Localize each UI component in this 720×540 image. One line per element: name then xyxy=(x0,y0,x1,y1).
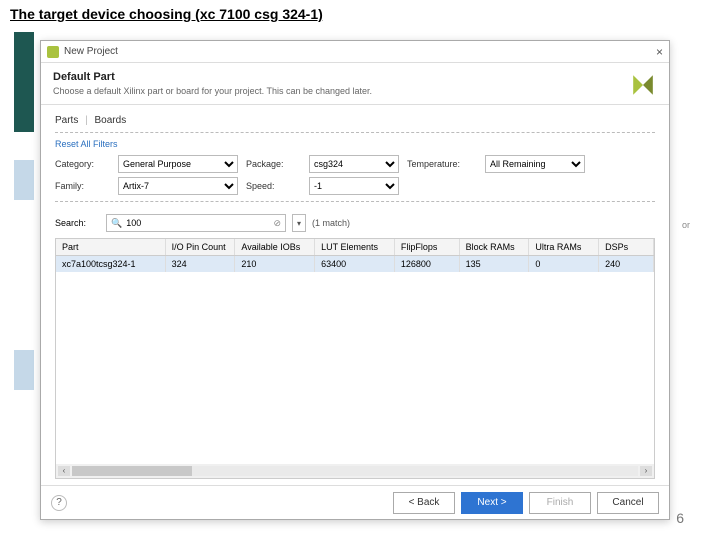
cell-iobs: 210 xyxy=(235,256,315,272)
search-row: Search: 🔍 ⊘ ▾ (1 match) xyxy=(55,214,655,232)
search-dropdown-icon[interactable]: ▾ xyxy=(292,214,306,232)
match-count: (1 match) xyxy=(312,218,350,228)
bg-decoration xyxy=(14,32,34,132)
family-label: Family: xyxy=(55,181,110,191)
new-project-dialog: New Project × Default Part Choose a defa… xyxy=(40,40,670,520)
page-number: 6 xyxy=(676,510,684,526)
clear-search-icon[interactable]: ⊘ xyxy=(273,218,281,229)
header-title: Default Part xyxy=(53,71,657,83)
cell-io-pin: 324 xyxy=(166,256,236,272)
cell-ultraram: 0 xyxy=(529,256,599,272)
cell-blockram: 135 xyxy=(460,256,530,272)
table-empty-area xyxy=(56,272,654,464)
page-heading: The target device choosing (xc 7100 csg … xyxy=(0,0,720,28)
divider xyxy=(55,132,655,133)
xilinx-logo-icon xyxy=(629,71,657,99)
cell-lut: 63400 xyxy=(315,256,395,272)
search-label: Search: xyxy=(55,218,100,228)
package-label: Package: xyxy=(246,159,301,169)
back-button[interactable]: < Back xyxy=(393,492,455,514)
col-io-pin[interactable]: I/O Pin Count xyxy=(166,239,236,255)
search-input[interactable] xyxy=(126,218,273,228)
dialog-header: Default Part Choose a default Xilinx par… xyxy=(41,63,669,105)
tab-parts[interactable]: Parts xyxy=(55,115,78,126)
header-subtitle: Choose a default Xilinx part or board fo… xyxy=(53,86,657,96)
col-blockram[interactable]: Block RAMs xyxy=(460,239,530,255)
help-icon[interactable]: ? xyxy=(51,495,67,511)
parts-table: Part I/O Pin Count Available IOBs LUT El… xyxy=(55,238,655,479)
tabs: Parts | Boards xyxy=(55,111,655,130)
close-icon[interactable]: × xyxy=(656,45,663,59)
speed-label: Speed: xyxy=(246,181,301,191)
col-flipflops[interactable]: FlipFlops xyxy=(395,239,460,255)
table-header: Part I/O Pin Count Available IOBs LUT El… xyxy=(56,239,654,256)
divider xyxy=(55,201,655,202)
dialog-body: Parts | Boards Reset All Filters Categor… xyxy=(41,105,669,485)
filter-grid: Category: General Purpose Package: csg32… xyxy=(55,155,655,195)
scroll-thumb[interactable] xyxy=(72,466,192,476)
col-iobs[interactable]: Available IOBs xyxy=(235,239,315,255)
package-select[interactable]: csg324 xyxy=(309,155,399,173)
cancel-button[interactable]: Cancel xyxy=(597,492,659,514)
app-logo-icon xyxy=(47,46,59,58)
reset-filters-link[interactable]: Reset All Filters xyxy=(55,139,655,149)
scroll-left-icon[interactable]: ‹ xyxy=(58,466,70,476)
bg-text: or xyxy=(682,220,690,230)
bg-decoration xyxy=(14,160,34,200)
family-select[interactable]: Artix-7 xyxy=(118,177,238,195)
search-box[interactable]: 🔍 ⊘ xyxy=(106,214,286,232)
temperature-label: Temperature: xyxy=(407,159,477,169)
scroll-right-icon[interactable]: › xyxy=(640,466,652,476)
col-ultraram[interactable]: Ultra RAMs xyxy=(529,239,599,255)
dialog-title: New Project xyxy=(64,46,118,57)
next-button[interactable]: Next > xyxy=(461,492,523,514)
cell-flipflops: 126800 xyxy=(395,256,460,272)
category-select[interactable]: General Purpose xyxy=(118,155,238,173)
finish-button: Finish xyxy=(529,492,591,514)
scroll-track[interactable] xyxy=(72,466,638,476)
speed-select[interactable]: -1 xyxy=(309,177,399,195)
temperature-select[interactable]: All Remaining xyxy=(485,155,585,173)
tab-separator: | xyxy=(85,115,88,126)
category-label: Category: xyxy=(55,159,110,169)
col-part[interactable]: Part xyxy=(56,239,166,255)
titlebar: New Project × xyxy=(41,41,669,63)
col-lut[interactable]: LUT Elements xyxy=(315,239,395,255)
horizontal-scrollbar[interactable]: ‹ › xyxy=(56,464,654,478)
bg-decoration xyxy=(14,350,34,390)
dialog-footer: ? < Back Next > Finish Cancel xyxy=(41,485,669,519)
cell-part: xc7a100tcsg324-1 xyxy=(56,256,166,272)
col-dsps[interactable]: DSPs xyxy=(599,239,654,255)
cell-dsps: 240 xyxy=(599,256,654,272)
tab-boards[interactable]: Boards xyxy=(95,115,127,126)
search-icon: 🔍 xyxy=(111,218,122,229)
table-row[interactable]: xc7a100tcsg324-1 324 210 63400 126800 13… xyxy=(56,256,654,272)
